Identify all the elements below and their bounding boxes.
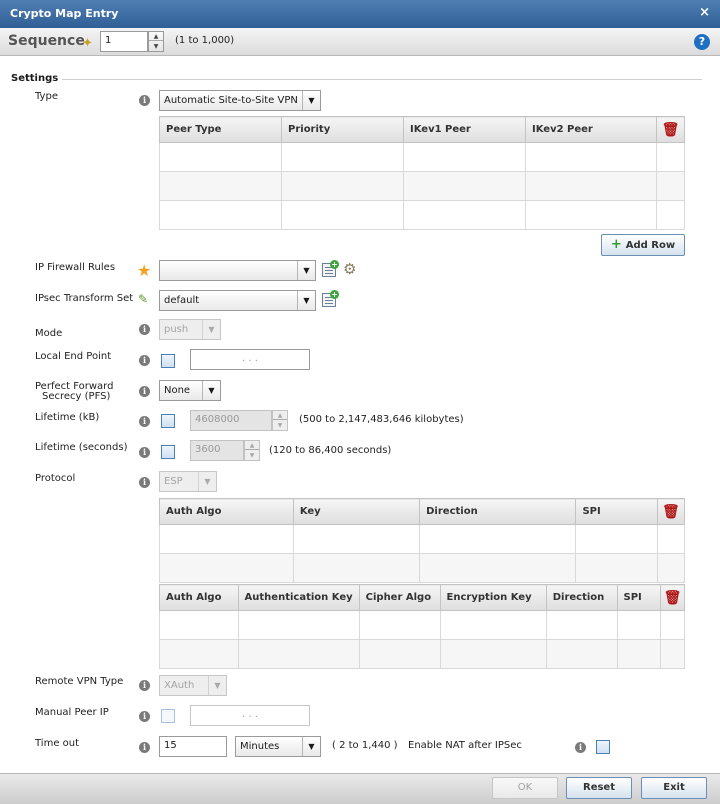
- info-icon: i: [139, 324, 150, 335]
- sequence-stepper[interactable]: ▲ ▼: [148, 31, 164, 52]
- section-title: Settings: [11, 73, 59, 84]
- lifetime-kb-checkbox[interactable]: [161, 414, 175, 428]
- info-icon: i: [139, 95, 150, 106]
- wand-icon: ✦: [82, 36, 93, 51]
- local-end-point-label: Local End Point: [35, 351, 112, 362]
- trash-icon[interactable]: 🗑: [656, 498, 686, 525]
- auth-algo-header: Auth Algo: [159, 584, 239, 611]
- protocol-label: Protocol: [35, 473, 76, 484]
- trash-icon[interactable]: 🗑: [656, 116, 685, 143]
- type-select[interactable]: Automatic Site-to-Site VPN ▼: [159, 90, 321, 111]
- manual-peer-ip[interactable]: . . .: [190, 705, 310, 726]
- cipher-algo-header: Cipher Algo: [358, 584, 441, 611]
- plus-icon: +: [610, 237, 622, 252]
- help-icon[interactable]: ?: [694, 34, 710, 50]
- info-icon: i: [139, 447, 150, 458]
- table-row: [159, 639, 685, 669]
- pfs-select[interactable]: None ▼: [159, 380, 221, 401]
- lifetime-kb-input[interactable]: 4608000: [190, 410, 272, 431]
- table-row: [159, 610, 685, 640]
- protocol-select[interactable]: ESP ▼: [159, 471, 217, 492]
- window-titlebar: Crypto Map Entry ×: [0, 0, 720, 28]
- close-icon[interactable]: ×: [699, 5, 710, 20]
- pencil-icon: ✎: [138, 292, 149, 306]
- peer-type-header: Peer Type: [159, 116, 282, 143]
- pfs-label-line2: Secrecy (PFS): [42, 391, 111, 402]
- info-icon: i: [139, 477, 150, 488]
- sequence-label: Sequence: [8, 33, 85, 49]
- auth-key-header: Authentication Key: [237, 584, 360, 611]
- ikev2-peer-header: IKev2 Peer: [525, 116, 657, 143]
- pfs-label: Perfect Forward Secrecy (PFS): [35, 382, 113, 402]
- reset-button[interactable]: Reset: [566, 777, 632, 799]
- local-end-point-ip[interactable]: . . .: [190, 349, 310, 370]
- sequence-range: (1 to 1,000): [175, 35, 235, 46]
- timeout-input[interactable]: 15: [159, 736, 227, 757]
- encryption-key-header: Encryption Key: [439, 584, 547, 611]
- info-icon: i: [575, 742, 586, 753]
- add-row-button[interactable]: + Add Row: [601, 234, 685, 256]
- lifetime-sec-input[interactable]: 3600: [190, 440, 244, 461]
- lifetime-kb-range: (500 to 2,147,483,646 kilobytes): [299, 414, 464, 425]
- table-row: [159, 142, 685, 172]
- lifetime-sec-range: (120 to 86,400 seconds): [269, 445, 392, 456]
- required-star-icon: ★: [137, 261, 152, 280]
- window-title: Crypto Map Entry: [10, 7, 119, 20]
- table-row: [159, 524, 686, 554]
- lifetime-sec-label: Lifetime (seconds): [35, 442, 128, 453]
- info-icon: i: [139, 416, 150, 427]
- info-icon: i: [139, 742, 150, 753]
- transform-select[interactable]: default ▼: [159, 290, 316, 311]
- lifetime-kb-stepper[interactable]: ▲ ▼: [272, 410, 288, 431]
- trash-icon[interactable]: 🗑: [660, 584, 685, 611]
- exit-button[interactable]: Exit: [641, 777, 707, 799]
- mode-label: Mode: [35, 328, 63, 339]
- spi-header: SPI: [616, 584, 662, 611]
- gear-icon[interactable]: ⚙: [343, 262, 356, 277]
- type-label: Type: [35, 91, 58, 102]
- ikev1-peer-header: IKev1 Peer: [403, 116, 526, 143]
- info-icon: i: [139, 386, 150, 397]
- transform-label: IPsec Transform Set: [35, 293, 134, 304]
- remote-vpn-label: Remote VPN Type: [35, 676, 124, 687]
- timeout-range: ( 2 to 1,440 ): [332, 740, 398, 751]
- manual-peer-checkbox[interactable]: [161, 709, 175, 723]
- mode-select[interactable]: push ▼: [159, 319, 221, 340]
- direction-header: Direction: [419, 498, 577, 525]
- timeout-label: Time out: [35, 738, 80, 749]
- remote-vpn-select[interactable]: XAuth ▼: [159, 675, 227, 696]
- nat-checkbox[interactable]: [596, 740, 610, 754]
- table-row: [159, 553, 686, 583]
- add-item-icon[interactable]: +: [322, 290, 339, 307]
- info-icon: i: [139, 680, 150, 691]
- section-divider: [62, 79, 702, 80]
- auth-table: Auth Algo Key Direction SPI 🗑: [159, 498, 686, 583]
- info-icon: i: [139, 355, 150, 366]
- lifetime-kb-label: Lifetime (kB): [35, 412, 100, 423]
- firewall-select[interactable]: ▼: [159, 260, 316, 281]
- peer-table: Peer Type Priority IKev1 Peer IKev2 Peer…: [159, 116, 685, 230]
- table-row: [159, 200, 685, 230]
- table-row: [159, 171, 685, 201]
- encryption-table: Auth Algo Authentication Key Cipher Algo…: [159, 584, 685, 669]
- timeout-unit-select[interactable]: Minutes ▼: [235, 736, 321, 757]
- priority-header: Priority: [281, 116, 404, 143]
- add-item-icon[interactable]: +: [322, 260, 339, 277]
- nat-label: Enable NAT after IPSec: [408, 740, 522, 751]
- spi-header: SPI: [575, 498, 658, 525]
- direction-header: Direction: [545, 584, 618, 611]
- lifetime-sec-stepper[interactable]: ▲ ▼: [244, 440, 260, 461]
- local-end-point-checkbox[interactable]: [161, 354, 175, 368]
- info-icon: i: [139, 711, 150, 722]
- auth-algo-header: Auth Algo: [159, 498, 294, 525]
- lifetime-sec-checkbox[interactable]: [161, 445, 175, 459]
- firewall-label: IP Firewall Rules: [35, 262, 116, 273]
- manual-peer-label: Manual Peer IP: [35, 707, 109, 718]
- ok-button[interactable]: OK: [492, 777, 558, 799]
- sequence-input[interactable]: 1: [100, 31, 148, 52]
- key-header: Key: [292, 498, 421, 525]
